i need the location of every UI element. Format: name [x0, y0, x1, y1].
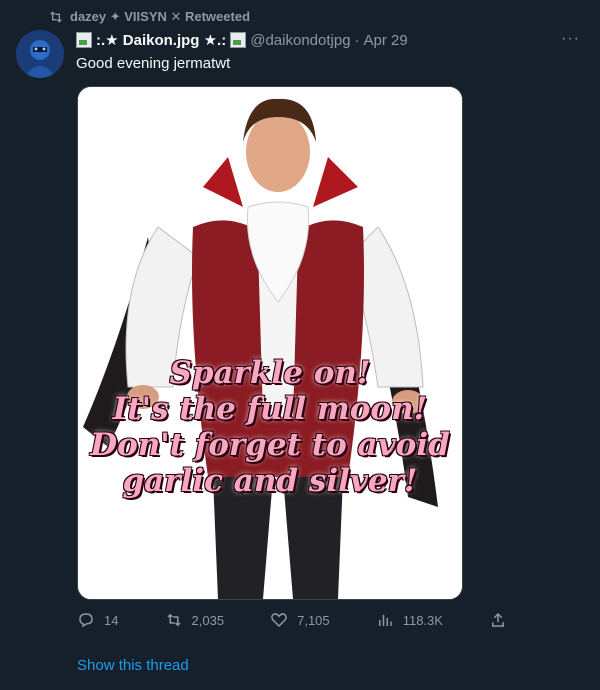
tweet-media[interactable]: Sparkle on! It's the full moon! Don't fo… [77, 86, 463, 600]
avatar-image [16, 30, 64, 78]
more-options-icon[interactable]: ··· [561, 30, 580, 48]
caption-line: Don't forget to avoid [90, 427, 450, 463]
retweet-icon [50, 11, 62, 23]
tweet-date[interactable]: Apr 29 [364, 32, 408, 49]
avatar[interactable] [16, 30, 64, 78]
heart-icon [271, 613, 287, 628]
broken-image-icon [230, 32, 247, 48]
share-icon [492, 612, 504, 627]
views-button[interactable]: 118.3K [376, 611, 443, 629]
reply-icon [79, 613, 93, 628]
view-count: 118.3K [402, 612, 443, 628]
caption-line: garlic and silver! [122, 463, 418, 499]
broken-image-icon [76, 32, 92, 48]
show-thread-link[interactable]: Show this thread [77, 657, 189, 674]
separator-dot: · [354, 31, 360, 49]
retweet-icon [166, 613, 181, 627]
like-count: 7,105 [297, 612, 330, 628]
reply-count: 14 [104, 612, 119, 628]
retweet-count: 2,035 [191, 612, 225, 628]
bar-chart-icon [378, 614, 392, 626]
reply-button[interactable]: 14 [77, 611, 118, 629]
tweet-text: Good evening jermatwt [76, 55, 231, 72]
caption-line: It's the full moon! [112, 391, 428, 427]
retweet-indicator[interactable]: dazey ✦ VIISYN ✕ Retweeted [48, 9, 250, 25]
image-caption: Sparkle on! It's the full moon! Don't fo… [78, 355, 462, 499]
like-button[interactable]: 7,105 [270, 611, 330, 629]
user-handle[interactable]: @daikondotjpg [250, 32, 350, 49]
caption-line: Sparkle on! [169, 355, 371, 391]
share-button[interactable] [489, 611, 507, 629]
tweet-header: :.★ Daikon.jpg ★.: @daikondotjpg · Apr 2… [76, 31, 584, 49]
retweet-button[interactable]: 2,035 [165, 611, 225, 629]
retweeted-by-text: dazey ✦ VIISYN ✕ Retweeted [70, 9, 251, 24]
display-name[interactable]: :.★ Daikon.jpg ★.: [96, 31, 226, 49]
tweet-actions: 14 2,035 7,105 118.3K [77, 611, 507, 629]
vampire-costume-image [78, 87, 462, 599]
